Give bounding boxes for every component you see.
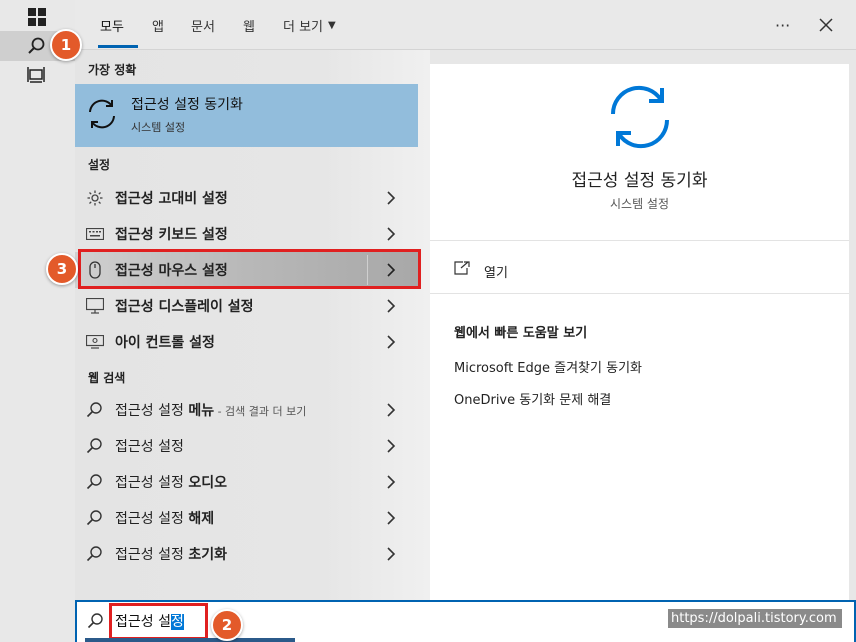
highlight-box-mouse-setting xyxy=(78,249,421,289)
web-search-suffix: 해제 xyxy=(188,511,215,527)
tab-more[interactable]: 더 보기 ▼ xyxy=(283,0,336,50)
web-search-query: 접근성 설정 xyxy=(115,511,189,527)
caret-down-icon: ▼ xyxy=(328,19,336,31)
web-search-item-disable[interactable]: 접근성 설정 해제 xyxy=(75,500,418,536)
web-search-item-reset[interactable]: 접근성 설정 초기화 xyxy=(75,536,418,572)
more-options-icon[interactable]: ··· xyxy=(775,0,790,50)
web-search-item-menu[interactable]: 접근성 설정 메뉴 - 검색 결과 더 보기 xyxy=(75,392,418,428)
chevron-right-icon[interactable] xyxy=(386,500,396,536)
settings-heading: 설정 xyxy=(88,158,111,172)
preview-subtitle: 시스템 설정 xyxy=(609,197,669,211)
sync-icon xyxy=(85,97,119,135)
settings-item-label: 접근성 고대비 설정 xyxy=(115,191,228,207)
tab-all[interactable]: 모두 xyxy=(100,0,124,50)
web-search-query: 접근성 설정 xyxy=(115,439,184,455)
web-search-extra: - 검색 결과 더 보기 xyxy=(214,405,307,418)
settings-item-eye-control[interactable]: 아이 컨트롤 설정 xyxy=(75,324,418,360)
web-search-query: 접근성 설정 xyxy=(115,475,189,491)
search-tabs-bar: 모두 앱 문서 웹 더 보기 ▼ ··· xyxy=(75,0,856,50)
chevron-right-icon[interactable] xyxy=(386,536,396,572)
high-contrast-icon xyxy=(75,190,115,206)
search-icon xyxy=(75,437,115,455)
callout-badge-2: 2 xyxy=(211,609,243,641)
search-icon xyxy=(75,473,115,491)
search-icon xyxy=(75,509,115,527)
settings-item-display[interactable]: 접근성 디스플레이 설정 xyxy=(75,288,418,324)
preview-pane: 접근성 설정 동기화 시스템 설정 열기 웹에서 빠른 도움말 보기 Micro… xyxy=(430,64,849,600)
settings-item-high-contrast[interactable]: 접근성 고대비 설정 xyxy=(75,180,418,216)
chevron-right-icon[interactable] xyxy=(386,288,396,324)
taskbar-active-indicator xyxy=(85,638,295,642)
web-search-label: 접근성 설정 해제 xyxy=(115,508,214,528)
web-search-suffix: 메뉴 xyxy=(188,403,215,419)
settings-item-label: 아이 컨트롤 설정 xyxy=(115,335,215,351)
chevron-right-icon[interactable] xyxy=(386,428,396,464)
chevron-right-icon[interactable] xyxy=(386,464,396,500)
tab-active-indicator xyxy=(98,45,138,48)
search-icon xyxy=(75,545,115,563)
web-search-query: 접근성 설정 xyxy=(115,547,189,563)
divider xyxy=(430,240,849,241)
chevron-right-icon[interactable] xyxy=(386,180,396,216)
settings-item-label: 접근성 키보드 설정 xyxy=(115,227,228,243)
chevron-right-icon[interactable] xyxy=(386,392,396,428)
callout-badge-1: 1 xyxy=(50,29,82,61)
open-action[interactable]: 열기 xyxy=(484,262,508,281)
windows-logo-icon[interactable] xyxy=(24,4,50,30)
tab-apps[interactable]: 앱 xyxy=(152,0,164,50)
divider xyxy=(430,293,849,294)
tab-web[interactable]: 웹 xyxy=(243,0,255,50)
search-icon xyxy=(87,612,105,634)
search-icon xyxy=(75,401,115,419)
display-icon xyxy=(75,298,115,314)
help-link-onedrive-sync[interactable]: OneDrive 동기화 문제 해결 xyxy=(454,389,611,408)
settings-item-label: 접근성 디스플레이 설정 xyxy=(115,299,254,315)
best-match-subtitle: 시스템 설정 xyxy=(131,121,186,134)
sync-icon xyxy=(605,84,675,154)
web-search-label: 접근성 설정 초기화 xyxy=(115,544,227,564)
web-search-suffix: 오디오 xyxy=(188,475,227,491)
web-search-label: 접근성 설정 xyxy=(115,436,184,456)
taskbar-strip xyxy=(0,0,75,642)
best-match-result[interactable]: 접근성 설정 동기화 시스템 설정 xyxy=(75,84,418,147)
web-search-item-settings[interactable]: 접근성 설정 xyxy=(75,428,418,464)
settings-item-keyboard[interactable]: 접근성 키보드 설정 xyxy=(75,216,418,252)
best-match-title: 접근성 설정 동기화 xyxy=(131,97,243,113)
web-search-query: 접근성 설정 xyxy=(115,403,189,419)
open-icon[interactable] xyxy=(454,260,470,279)
results-pane: 가장 정확 접근성 설정 동기화 시스템 설정 설정 접근성 고대비 설정 접근… xyxy=(75,50,430,600)
watermark-text: https://dolpali.tistory.com xyxy=(668,609,842,628)
web-search-item-audio[interactable]: 접근성 설정 오디오 xyxy=(75,464,418,500)
preview-title: 접근성 설정 동기화 xyxy=(571,171,708,191)
chevron-right-icon[interactable] xyxy=(386,324,396,360)
task-view-icon[interactable] xyxy=(24,62,50,88)
taskbar-search-icon[interactable] xyxy=(24,33,50,59)
web-search-label: 접근성 설정 메뉴 - 검색 결과 더 보기 xyxy=(115,400,306,420)
eye-control-icon xyxy=(75,335,115,349)
web-help-heading: 웹에서 빠른 도움말 보기 xyxy=(454,326,588,341)
web-search-label: 접근성 설정 오디오 xyxy=(115,472,227,492)
keyboard-icon xyxy=(75,228,115,240)
chevron-right-icon[interactable] xyxy=(386,216,396,252)
tab-more-label: 더 보기 xyxy=(283,19,324,35)
close-icon[interactable] xyxy=(818,0,834,50)
web-search-suffix: 초기화 xyxy=(188,547,227,563)
highlight-box-search-input xyxy=(109,603,208,640)
web-search-heading: 웹 검색 xyxy=(88,371,126,385)
help-link-edge-favorites[interactable]: Microsoft Edge 즐겨찾기 동기화 xyxy=(454,357,642,376)
best-match-heading: 가장 정확 xyxy=(88,63,137,77)
tab-documents[interactable]: 문서 xyxy=(191,0,215,50)
callout-badge-3: 3 xyxy=(46,253,78,285)
